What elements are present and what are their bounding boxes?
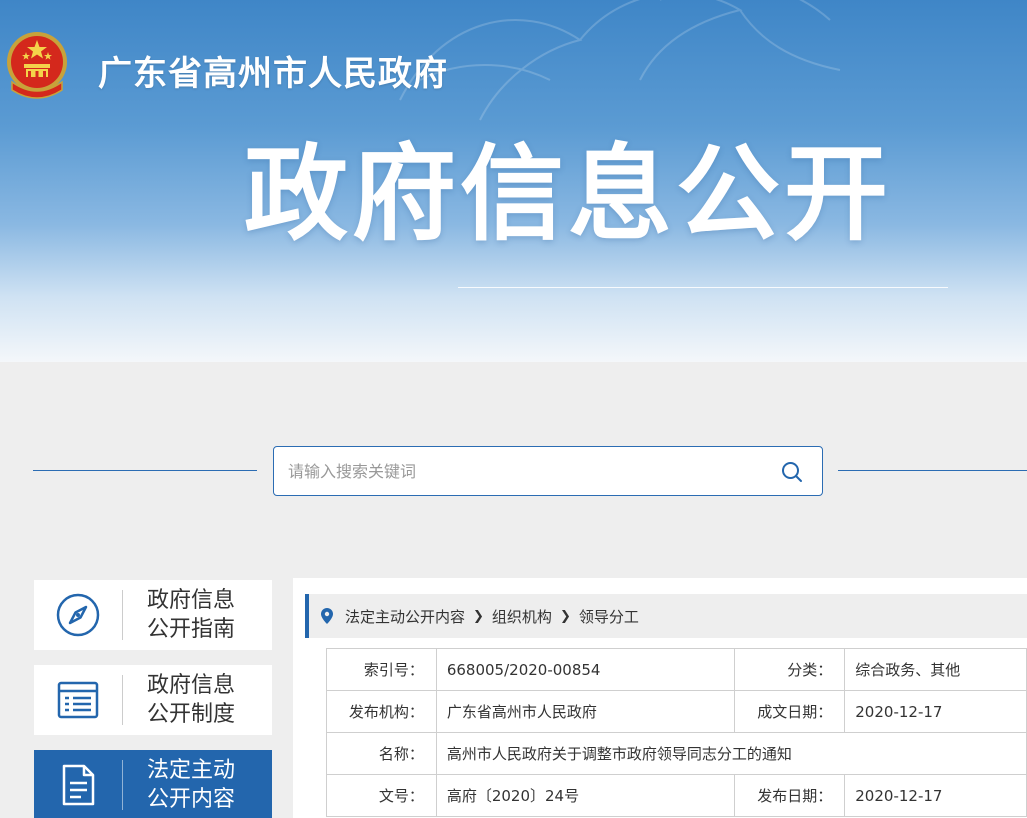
breadcrumb: 法定主动公开内容 ❯ 组织机构 ❯ 领导分工 bbox=[305, 594, 1027, 638]
table-row: 索引号： 668005/2020-00854 分类： 综合政务、其他 bbox=[326, 648, 1027, 691]
breadcrumb-link[interactable]: 组织机构 bbox=[492, 606, 552, 627]
meta-value: 广东省高州市人民政府 bbox=[435, 690, 736, 733]
header-banner: 广东省高州市人民政府 政府信息公开 bbox=[0, 0, 1027, 362]
location-pin-icon bbox=[321, 608, 333, 624]
document-meta-table: 索引号： 668005/2020-00854 分类： 综合政务、其他 发布机构：… bbox=[326, 648, 1027, 817]
document-list-icon bbox=[57, 681, 99, 719]
meta-label: 成文日期： bbox=[734, 690, 846, 733]
search-divider-right bbox=[838, 470, 1027, 471]
table-row: 发布机构： 广东省高州市人民政府 成文日期： 2020-12-17 bbox=[326, 690, 1027, 733]
national-emblem bbox=[7, 32, 67, 99]
meta-value: 高州市人民政府关于调整市政府领导同志分工的通知 bbox=[435, 732, 1027, 775]
search-bar bbox=[273, 446, 823, 496]
table-row: 文号： 高府〔2020〕24号 发布日期： 2020-12-17 bbox=[326, 774, 1027, 817]
main-content: 法定主动公开内容 ❯ 组织机构 ❯ 领导分工 索引号： 668005/2020-… bbox=[293, 578, 1027, 818]
chevron-right-icon: ❯ bbox=[559, 608, 571, 624]
search-divider-left bbox=[33, 470, 257, 471]
sidebar-item-system[interactable]: 政府信息 公开制度 bbox=[34, 665, 272, 735]
meta-value: 2020-12-17 bbox=[844, 690, 1027, 733]
search-icon[interactable] bbox=[780, 460, 804, 484]
meta-label: 发布机构： bbox=[326, 690, 437, 733]
meta-value: 668005/2020-00854 bbox=[435, 648, 736, 691]
search-input[interactable] bbox=[288, 447, 758, 495]
meta-label: 名称： bbox=[326, 732, 437, 775]
meta-value: 综合政务、其他 bbox=[844, 648, 1027, 691]
site-title: 广东省高州市人民政府 bbox=[98, 54, 448, 94]
sidebar-item-label: 政府信息 公开指南 bbox=[147, 588, 236, 642]
meta-label: 文号： bbox=[326, 774, 437, 817]
sidebar-item-label: 法定主动 公开内容 bbox=[147, 758, 236, 812]
sidebar-item-guide[interactable]: 政府信息 公开指南 bbox=[34, 580, 272, 650]
meta-value: 高府〔2020〕24号 bbox=[435, 774, 736, 817]
meta-label: 分类： bbox=[734, 648, 846, 691]
file-text-icon bbox=[62, 764, 95, 806]
sidebar-item-label: 政府信息 公开制度 bbox=[147, 673, 236, 727]
page-title: 政府信息公开 bbox=[244, 133, 893, 255]
compass-icon bbox=[56, 593, 100, 637]
meta-label: 索引号： bbox=[326, 648, 437, 691]
sidebar-item-statutory[interactable]: 法定主动 公开内容 bbox=[34, 750, 272, 818]
title-underline bbox=[458, 287, 948, 288]
breadcrumb-link[interactable]: 法定主动公开内容 bbox=[345, 606, 465, 627]
meta-label: 发布日期： bbox=[734, 774, 846, 817]
chevron-right-icon: ❯ bbox=[473, 608, 484, 624]
table-row: 名称： 高州市人民政府关于调整市政府领导同志分工的通知 bbox=[326, 732, 1027, 775]
breadcrumb-current[interactable]: 领导分工 bbox=[579, 606, 639, 627]
meta-value: 2020-12-17 bbox=[844, 774, 1027, 817]
